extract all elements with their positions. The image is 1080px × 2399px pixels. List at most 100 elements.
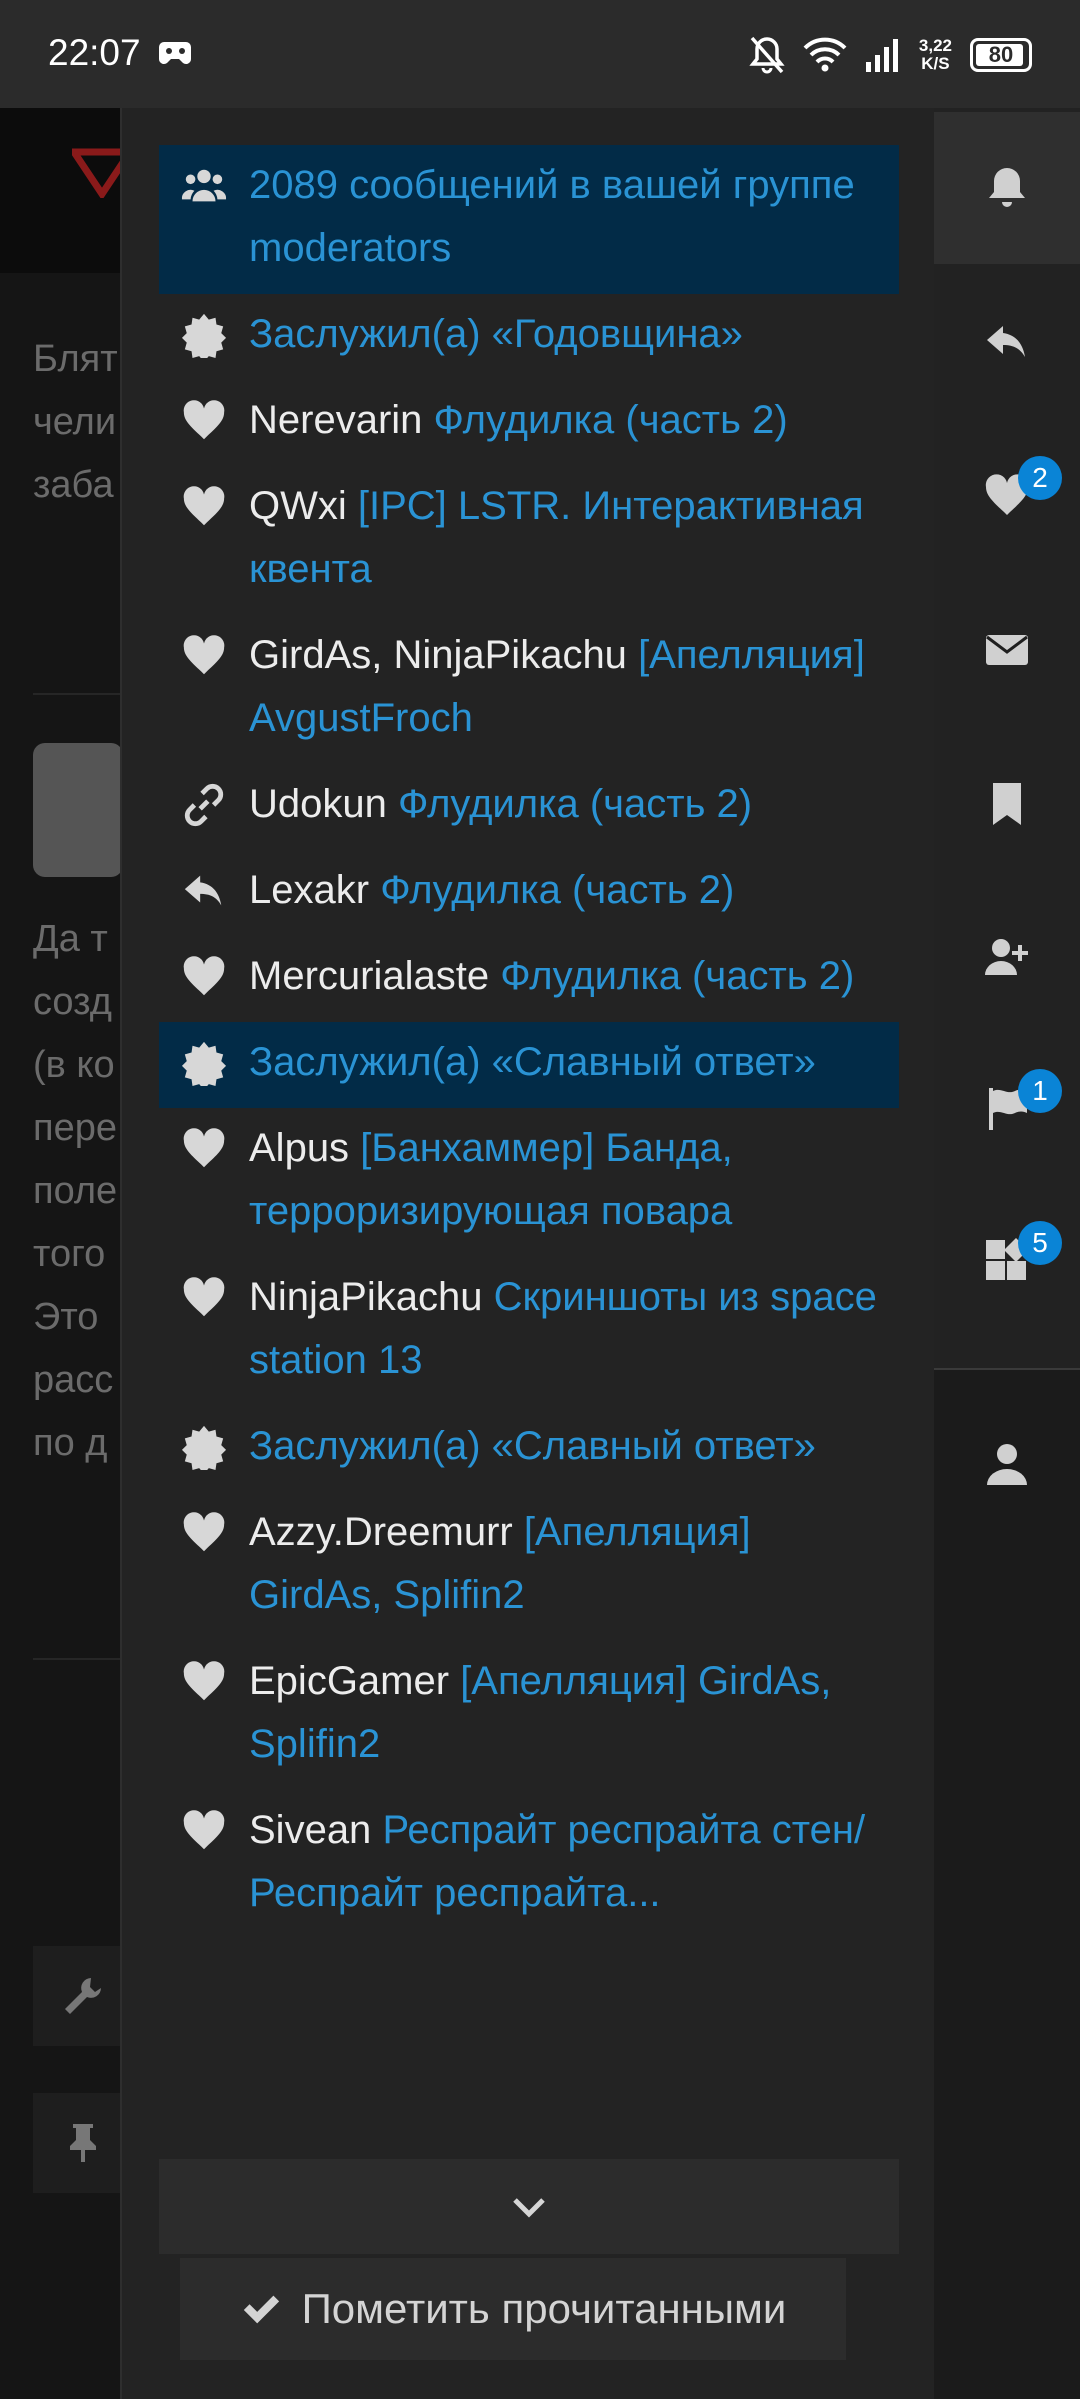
heart-icon xyxy=(183,1511,225,1551)
mark-read-button[interactable]: Пометить прочитанными xyxy=(180,2258,846,2360)
alert-item[interactable]: Mercurialaste Флудилка (часть 2) xyxy=(159,936,899,1022)
alert-item[interactable]: Sivean Респрайт респрайта стен/Респрайт … xyxy=(159,1790,899,1939)
alert-username[interactable]: NinjaPikachu xyxy=(249,1275,482,1319)
alert-text: 2089 сообщений в вашей группе moderators xyxy=(249,154,899,280)
count-badge: 2 xyxy=(1018,456,1062,500)
alert-item[interactable]: NinjaPikachu Скриншоты из space station … xyxy=(159,1257,899,1406)
alert-username[interactable]: EpicGamer xyxy=(249,1659,449,1703)
bookmark-icon xyxy=(993,783,1021,825)
alert-item[interactable]: 2089 сообщений в вашей группе moderators xyxy=(159,145,899,294)
alert-text: Azzy.Dreemurr [Апелляция] GirdAs, Splifi… xyxy=(249,1501,899,1627)
alert-icon xyxy=(159,1501,249,1564)
alert-item[interactable]: Nerevarin Флудилка (часть 2) xyxy=(159,380,899,466)
alert-username[interactable]: Mercurialaste xyxy=(249,954,489,998)
heart-icon xyxy=(183,399,225,439)
heart-icon xyxy=(183,1809,225,1849)
rail-bookmark-button[interactable] xyxy=(934,728,1080,880)
alert-text: Mercurialaste Флудилка (часть 2) xyxy=(249,945,899,1008)
alert-username[interactable]: GirdAs, NinjaPikachu xyxy=(249,633,627,677)
heart-icon xyxy=(183,1660,225,1700)
alert-item[interactable]: EpicGamer [Апелляция] GirdAs, Splifin2 xyxy=(159,1641,899,1790)
rail-flag-button[interactable]: 1 xyxy=(934,1033,1080,1185)
alert-icon xyxy=(159,1031,249,1094)
alert-item[interactable]: Заслужил(а) «Славный ответ» xyxy=(159,1022,899,1108)
alert-link[interactable]: 2089 сообщений в вашей группе moderators xyxy=(249,163,855,270)
count-badge: 5 xyxy=(1018,1221,1062,1265)
post-text-line: Блят xyxy=(33,338,118,380)
post-text-line: того xyxy=(33,1233,106,1275)
rail-bell-button[interactable] xyxy=(934,112,1080,264)
alert-link[interactable]: Заслужил(а) «Годовщина» xyxy=(249,312,743,356)
alert-username[interactable]: Alpus xyxy=(249,1126,349,1170)
app-root: 22:07 3,22 K/S 80 Блят чели заба Да т со… xyxy=(0,0,1080,2399)
alert-username[interactable]: Sivean xyxy=(249,1808,371,1852)
post-text-line: Да т xyxy=(33,918,108,960)
alert-icon xyxy=(159,303,249,366)
envelope-icon xyxy=(986,635,1028,665)
tools-button[interactable] xyxy=(33,1946,133,2046)
alert-username[interactable]: QWxi xyxy=(249,484,347,528)
post-text-line: чели xyxy=(33,401,117,443)
alert-username[interactable]: Nerevarin xyxy=(249,398,422,442)
alert-link[interactable]: Флудилка (часть 2) xyxy=(434,398,788,442)
post-text-line: расс xyxy=(33,1359,114,1401)
post-text-line: (в ко xyxy=(33,1044,115,1086)
right-navigation-rail: 2 1 5 xyxy=(934,108,1080,2399)
count-badge: 1 xyxy=(1018,1069,1062,1113)
alert-text: NinjaPikachu Скриншоты из space station … xyxy=(249,1266,899,1392)
alert-link[interactable]: Флудилка (часть 2) xyxy=(398,782,752,826)
alert-text: EpicGamer [Апелляция] GirdAs, Splifin2 xyxy=(249,1650,899,1776)
alert-link[interactable]: Флудилка (часть 2) xyxy=(380,868,734,912)
alert-item[interactable]: GirdAs, NinjaPikachu [Апелляция] AvgustF… xyxy=(159,615,899,764)
network-speed: 3,22 K/S xyxy=(919,37,952,73)
rail-heart-button[interactable]: 2 xyxy=(934,420,1080,572)
alert-text: Заслужил(а) «Годовщина» xyxy=(249,303,899,366)
alert-text: Nerevarin Флудилка (часть 2) xyxy=(249,389,899,452)
rail-widgets-button[interactable]: 5 xyxy=(934,1185,1080,1337)
alert-item[interactable]: Lexakr Флудилка (часть 2) xyxy=(159,850,899,936)
rail-user-plus-button[interactable] xyxy=(934,881,1080,1033)
user-plus-icon xyxy=(985,939,1028,975)
alert-username[interactable]: Udokun xyxy=(249,782,387,826)
bell-icon xyxy=(989,168,1025,207)
alert-icon xyxy=(159,1415,249,1478)
battery-level: 80 xyxy=(988,42,1014,67)
heart-icon xyxy=(183,634,225,674)
alert-item[interactable]: Azzy.Dreemurr [Апелляция] GirdAs, Splifi… xyxy=(159,1492,899,1641)
post-text-line: заба xyxy=(33,464,114,506)
rail-envelope-button[interactable] xyxy=(934,574,1080,726)
battery-icon: 80 xyxy=(970,38,1032,72)
reply-icon xyxy=(184,875,222,905)
alert-link[interactable]: Заслужил(а) «Славный ответ» xyxy=(249,1040,816,1084)
post-text-line: пере xyxy=(33,1107,117,1149)
alert-item[interactable]: Udokun Флудилка (часть 2) xyxy=(159,764,899,850)
post-text-line: поле xyxy=(33,1170,118,1212)
alert-icon xyxy=(159,1266,249,1329)
rail-user-button[interactable] xyxy=(934,1388,1080,1540)
alert-item[interactable]: Заслужил(а) «Годовщина» xyxy=(159,294,899,380)
badge-icon xyxy=(181,313,227,358)
alert-link[interactable]: Заслужил(а) «Славный ответ» xyxy=(249,1424,816,1468)
alert-icon xyxy=(159,1117,249,1180)
show-more-button[interactable] xyxy=(159,2159,899,2254)
post-text-2: Да т созд (в ко пере поле того Это расс по д xyxy=(33,908,117,1475)
pin-icon xyxy=(70,2124,96,2162)
network-speed-unit: K/S xyxy=(921,54,950,73)
alert-icon xyxy=(159,1799,249,1862)
post-text-line: Это xyxy=(33,1296,99,1338)
alert-username[interactable]: Azzy.Dreemurr xyxy=(249,1510,513,1554)
alert-item[interactable]: Alpus [Банхаммер] Банда, терроризирующая… xyxy=(159,1108,899,1257)
pin-button[interactable] xyxy=(33,2093,133,2193)
post-text-line: созд xyxy=(33,981,112,1023)
alert-text: QWxi [IPC] LSTR. Интерактивная квента xyxy=(249,475,899,601)
rail-reply-button[interactable] xyxy=(934,266,1080,418)
status-bar: 22:07 3,22 K/S 80 xyxy=(0,0,1080,108)
alert-item[interactable]: QWxi [IPC] LSTR. Интерактивная квента xyxy=(159,466,899,615)
avatar xyxy=(33,743,123,877)
status-icons: 3,22 K/S 80 xyxy=(749,30,1032,80)
check-icon xyxy=(243,2295,279,2324)
post-text-1: Блят чели заба xyxy=(33,328,118,517)
alert-username[interactable]: Lexakr xyxy=(249,868,369,912)
alert-link[interactable]: Флудилка (часть 2) xyxy=(500,954,854,998)
alert-item[interactable]: Заслужил(а) «Славный ответ» xyxy=(159,1406,899,1492)
